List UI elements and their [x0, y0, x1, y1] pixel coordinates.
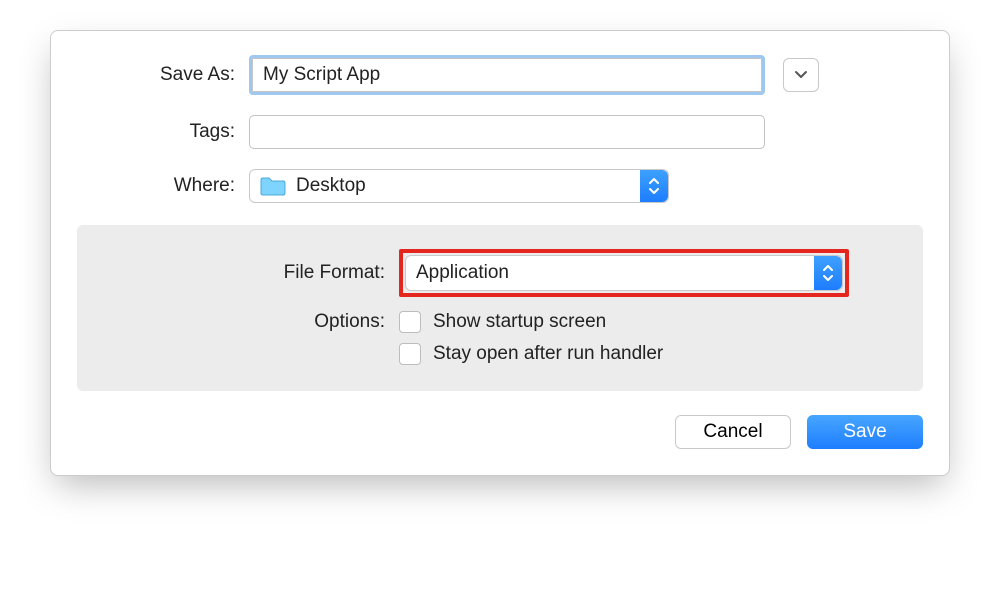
tags-input[interactable] — [249, 115, 765, 149]
option-startup-checkbox[interactable] — [399, 311, 421, 333]
file-format-highlight: Application — [399, 249, 849, 297]
stepper-icon — [814, 256, 842, 290]
tags-row: Tags: — [77, 115, 923, 149]
folder-icon — [260, 176, 286, 196]
file-format-value: Application — [416, 262, 509, 284]
option-startup-label: Show startup screen — [433, 311, 606, 333]
chevron-down-icon — [794, 70, 808, 80]
save-as-label: Save As: — [77, 64, 249, 86]
file-format-popup[interactable]: Application — [405, 255, 843, 291]
where-popup[interactable]: Desktop — [249, 169, 669, 203]
save-sheet: Save As: Tags: Where: Desktop — [50, 30, 950, 476]
where-row: Where: Desktop — [77, 169, 923, 203]
expand-button[interactable] — [783, 58, 819, 92]
cancel-button[interactable]: Cancel — [675, 415, 791, 449]
options-panel: File Format: Application Options: Show s… — [77, 225, 923, 391]
where-label: Where: — [77, 175, 249, 197]
options-row: Options: Show startup screen Stay open a… — [103, 311, 897, 365]
option-startup-row: Show startup screen — [399, 311, 663, 333]
save-as-row: Save As: — [77, 55, 923, 95]
options-list: Show startup screen Stay open after run … — [399, 311, 663, 365]
footer: Cancel Save — [77, 415, 923, 449]
option-stayopen-checkbox[interactable] — [399, 343, 421, 365]
save-button[interactable]: Save — [807, 415, 923, 449]
save-as-input[interactable] — [252, 58, 762, 92]
option-stayopen-row: Stay open after run handler — [399, 343, 663, 365]
stepper-icon — [640, 170, 668, 202]
option-stayopen-label: Stay open after run handler — [433, 343, 663, 365]
save-as-focus-ring — [249, 55, 765, 95]
options-label: Options: — [103, 311, 399, 333]
where-value: Desktop — [296, 175, 366, 197]
file-format-label: File Format: — [103, 262, 399, 284]
tags-label: Tags: — [77, 121, 249, 143]
file-format-row: File Format: Application — [103, 249, 897, 297]
